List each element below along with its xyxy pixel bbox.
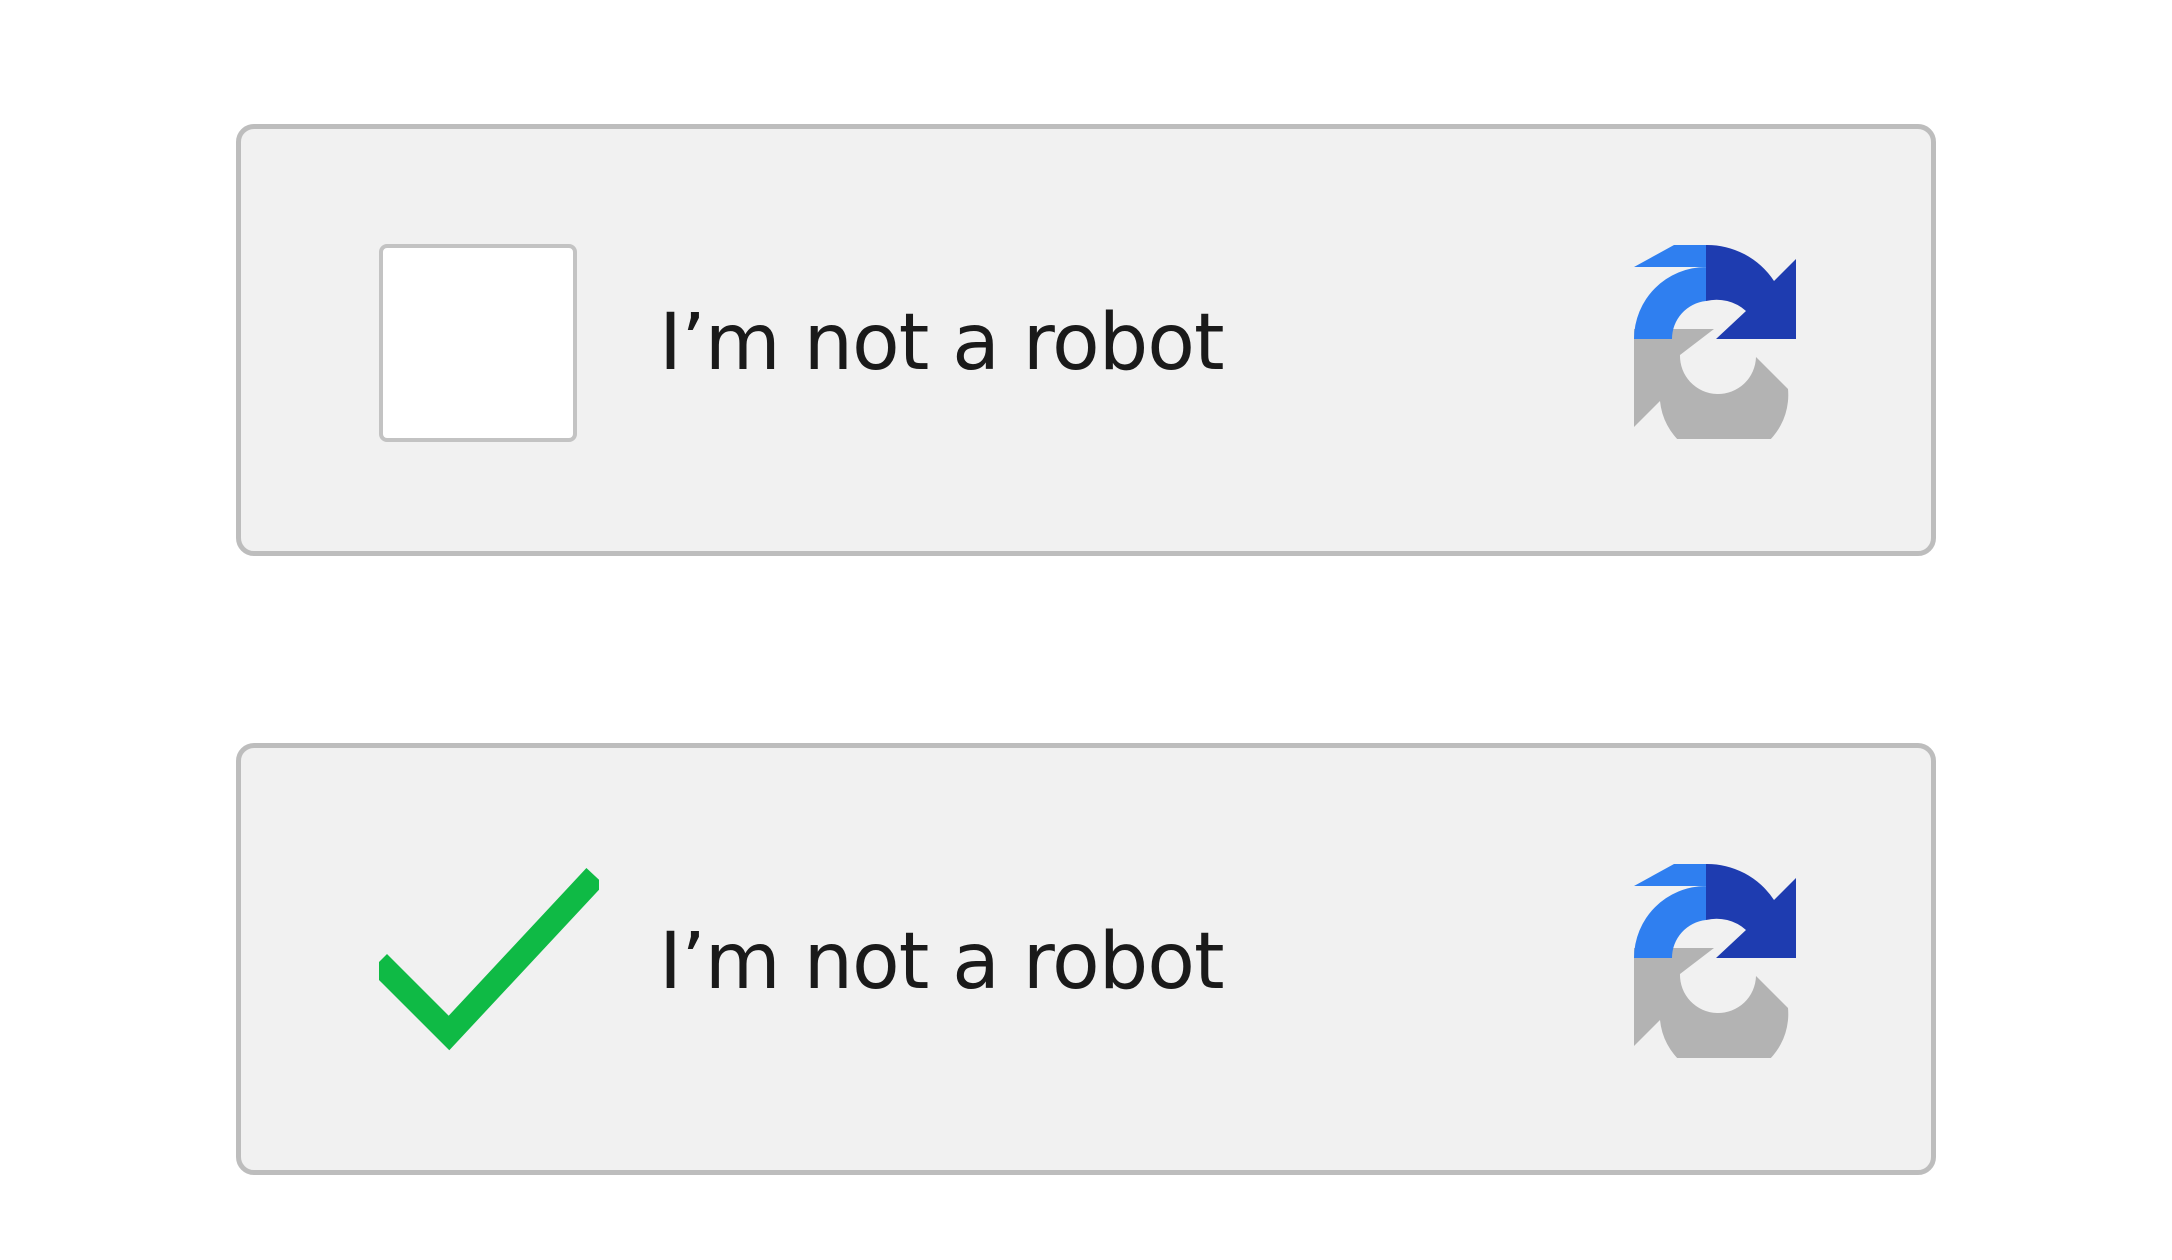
captcha-label: I’m not a robot [659, 917, 1225, 1007]
not-a-robot-checkbox[interactable] [379, 244, 577, 442]
captcha-label: I’m not a robot [659, 298, 1225, 388]
captcha-widget-unchecked: I’m not a robot [236, 124, 1936, 556]
recaptcha-logo-icon [1606, 239, 1806, 439]
checkbox-container [379, 863, 599, 1061]
captcha-widget-checked: I’m not a robot [236, 743, 1936, 1175]
recaptcha-logo-icon [1606, 858, 1806, 1058]
checkmark-icon[interactable] [379, 863, 599, 1061]
checkbox-container [379, 244, 577, 442]
